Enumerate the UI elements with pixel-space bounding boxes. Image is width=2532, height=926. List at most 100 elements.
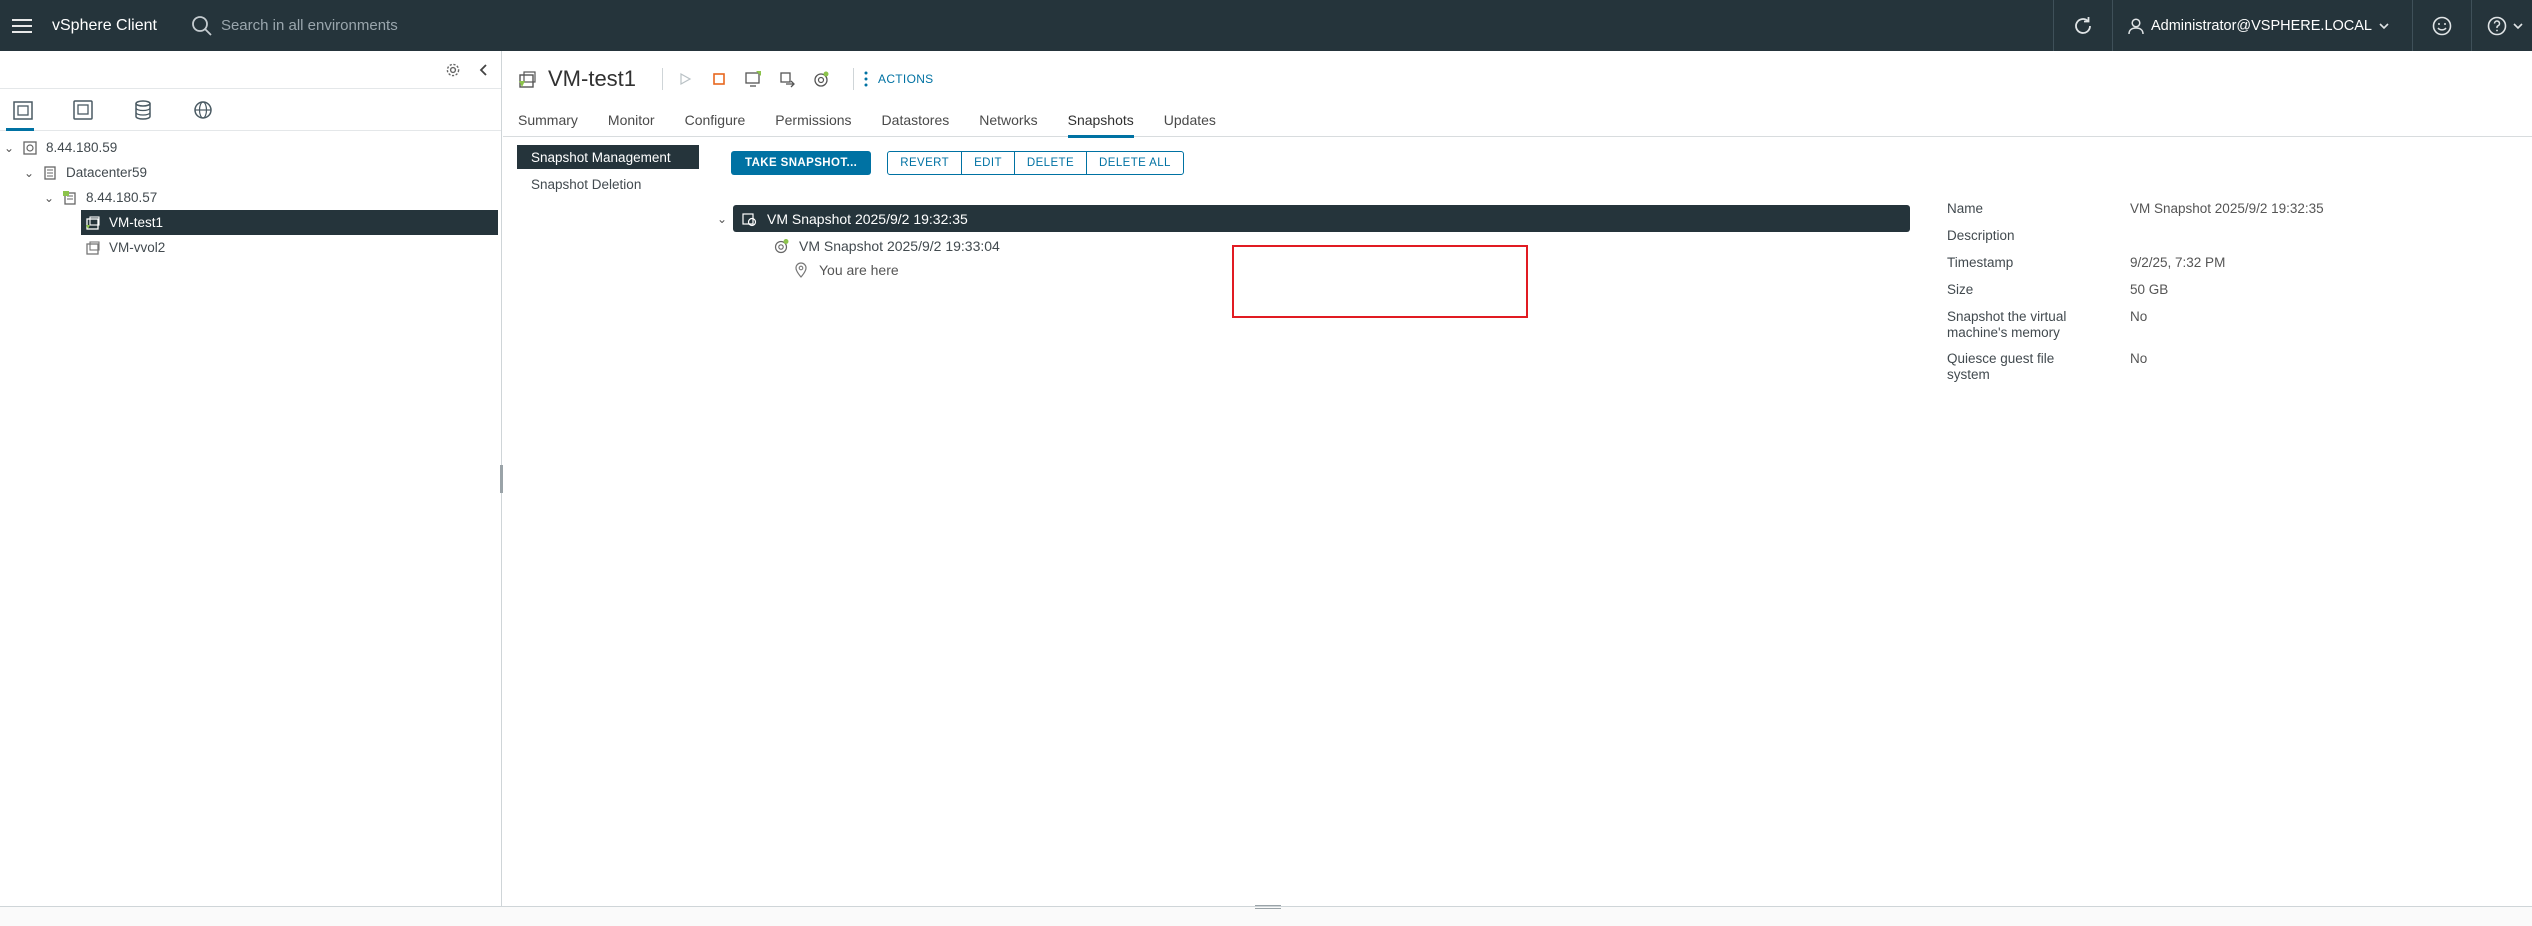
collapse-pane-icon[interactable] [477, 63, 491, 77]
gear-icon[interactable] [445, 62, 461, 78]
user-menu[interactable]: Administrator@VSPHERE.LOCAL [2113, 0, 2412, 51]
search-input[interactable] [220, 17, 641, 34]
tab-monitor[interactable]: Monitor [608, 107, 655, 137]
snapshot-label: VM Snapshot 2025/9/2 19:32:35 [767, 210, 968, 227]
storage-tab[interactable] [122, 89, 164, 131]
user-name: Administrator@VSPHERE.LOCAL [2150, 17, 2372, 34]
chevron-down-icon [2379, 22, 2389, 29]
tab-permissions[interactable]: Permissions [775, 107, 851, 137]
object-header: VM-test1 ACTIONS [503, 51, 2532, 107]
snapshot-item-root[interactable]: VM Snapshot 2025/9/2 19:32:35 [733, 205, 1910, 232]
vm-icon [85, 240, 101, 256]
subnav-snapshot-management[interactable]: Snapshot Management [517, 145, 699, 169]
detail-row-description: Description [1947, 228, 2507, 244]
bottom-panel-bar [0, 906, 2532, 926]
divider [853, 68, 855, 90]
tree-item-vm-vvol2[interactable]: VM-vvol2 [0, 235, 501, 260]
detail-value: VM Snapshot 2025/9/2 19:32:35 [2130, 201, 2324, 216]
actions-menu-button[interactable]: ACTIONS [864, 71, 933, 87]
datacenter-icon [42, 165, 58, 181]
chevron-down-icon[interactable]: ⌄ [2, 141, 16, 155]
object-title: VM-test1 [548, 66, 637, 91]
snapshot-tree: ⌄ VM Snapshot 2025/9/2 19:32:35 VM Snaps… [713, 205, 1913, 281]
tab-updates[interactable]: Updates [1164, 107, 1216, 137]
delete-button[interactable]: DELETE [1015, 152, 1088, 174]
actions-label: ACTIONS [878, 72, 934, 86]
hosts-clusters-tab[interactable] [2, 89, 44, 131]
detail-row-quiesce: Quiesce guest file system No [1947, 351, 2507, 383]
delete-all-button[interactable]: DELETE ALL [1087, 152, 1183, 174]
header-right: Administrator@VSPHERE.LOCAL [2052, 0, 2532, 51]
detail-row-size: Size 50 GB [1947, 282, 2507, 298]
location-pin-icon [793, 262, 809, 278]
tree-item-vm-test1[interactable]: VM-test1 [81, 210, 498, 235]
subnav-snapshot-deletion[interactable]: Snapshot Deletion [517, 172, 699, 196]
refresh-button[interactable] [2054, 0, 2112, 51]
snapshot-icon [741, 211, 757, 227]
tab-networks[interactable]: Networks [979, 107, 1037, 137]
tree-item-label: 8.44.180.59 [46, 140, 118, 155]
edit-button[interactable]: EDIT [962, 152, 1015, 174]
take-snapshot-button[interactable]: TAKE SNAPSHOT... [731, 151, 872, 175]
bottom-panel-resize-handle[interactable] [1255, 905, 1281, 909]
tab-snapshots[interactable]: Snapshots [1067, 107, 1134, 138]
help-button[interactable] [2472, 0, 2532, 51]
tree-item-vcenter[interactable]: ⌄ 8.44.180.59 [0, 135, 501, 160]
storage-icon [135, 99, 151, 120]
detail-key: Quiesce guest file system [1947, 351, 2055, 382]
tab-summary[interactable]: Summary [518, 107, 578, 137]
inventory-tree: ⌄ 8.44.180.59 ⌄ Datacenter59 ⌄ 8.44.180.… [0, 131, 501, 260]
snapshot-subnav: Snapshot Management Snapshot Deletion [517, 145, 699, 199]
global-search[interactable] [191, 15, 641, 37]
detail-key: Name [1947, 201, 1984, 216]
tree-item-datacenter[interactable]: ⌄ Datacenter59 [0, 160, 501, 185]
vm-icon [85, 215, 101, 231]
take-snapshot-quick-button[interactable] [809, 67, 833, 91]
detail-key: Description [1947, 228, 2015, 243]
detail-row-memory: Snapshot the virtual machine's memory No [1947, 309, 2507, 341]
inventory-navigator: ⌄ 8.44.180.59 ⌄ Datacenter59 ⌄ 8.44.180.… [0, 51, 502, 906]
menu-icon[interactable] [12, 18, 32, 33]
migrate-icon [780, 72, 795, 88]
you-are-here-marker: You are here [713, 259, 1913, 281]
snapshot-item-child[interactable]: VM Snapshot 2025/9/2 19:33:04 [713, 232, 1913, 259]
snapshot-label: VM Snapshot 2025/9/2 19:33:04 [799, 237, 1000, 254]
chevron-down-icon[interactable]: ⌄ [22, 166, 36, 180]
vms-templates-tab[interactable] [62, 89, 104, 131]
launch-console-button[interactable] [741, 67, 765, 91]
tree-item-host[interactable]: ⌄ 8.44.180.57 [0, 185, 501, 210]
detail-key: Timestamp [1947, 255, 2014, 270]
detail-key: Size [1947, 282, 1974, 297]
navigator-toolbar [0, 51, 501, 89]
tree-item-label: 8.44.180.57 [86, 190, 158, 205]
chevron-down-icon[interactable]: ⌄ [42, 191, 56, 205]
chevron-down-icon[interactable]: ⌄ [713, 212, 731, 226]
app-title[interactable]: vSphere Client [52, 17, 157, 35]
power-on-button[interactable] [673, 67, 697, 91]
tree-item-label: VM-test1 [109, 215, 164, 230]
globe-icon [194, 100, 212, 119]
migrate-button[interactable] [775, 67, 799, 91]
tab-configure[interactable]: Configure [685, 107, 746, 137]
power-off-button[interactable] [707, 67, 731, 91]
snapshot-toolbar: TAKE SNAPSHOT... REVERT EDIT DELETE DELE… [731, 151, 1184, 175]
tree-item-label: VM-vvol2 [109, 240, 166, 255]
revert-button[interactable]: REVERT [888, 152, 963, 174]
detail-value: 50 GB [2130, 282, 2169, 297]
feedback-button[interactable] [2413, 0, 2471, 51]
vcenter-icon [22, 140, 38, 156]
host-icon [62, 190, 78, 206]
hosts-clusters-icon [13, 100, 33, 120]
top-header: vSphere Client Administrator@VSPHERE.LOC… [0, 0, 2532, 51]
detail-value: No [2130, 351, 2148, 366]
object-tabs: Summary Monitor Configure Permissions Da… [503, 107, 2532, 138]
networking-tab[interactable] [182, 89, 224, 131]
vertical-ellipsis-icon [864, 71, 868, 87]
search-icon [192, 15, 212, 36]
tab-datastores[interactable]: Datastores [882, 107, 950, 137]
detail-row-name: Name VM Snapshot 2025/9/2 19:32:35 [1947, 201, 2507, 217]
vms-templates-icon [73, 99, 93, 120]
main-content: VM-test1 ACTIONS Summary Monitor Configu… [503, 51, 2532, 906]
help-icon [2487, 16, 2507, 35]
tree-item-label: Datacenter59 [66, 165, 148, 180]
